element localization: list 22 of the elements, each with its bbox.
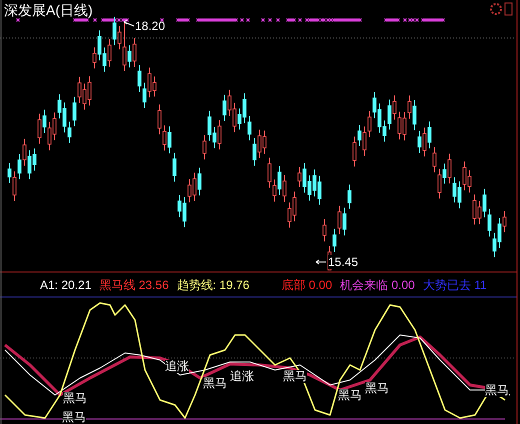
arrow-icon: [124, 20, 134, 26]
indicator-reading: 趋势线: 19.76: [176, 278, 250, 293]
window-icon[interactable]: [504, 2, 512, 16]
signal-label: 追涨: [230, 370, 254, 383]
signal-label: 黑马: [283, 370, 307, 383]
chart-title: 深发展A(日线): [4, 1, 93, 19]
signal-label: 黑马: [338, 389, 362, 402]
indicator-reading: A1: 20.21: [40, 278, 92, 293]
signal-label: 黑马: [365, 382, 389, 395]
indicator-reading: 机会来临 0.00: [340, 278, 415, 293]
gear-icon[interactable]: [490, 3, 502, 15]
arrow-icon: [316, 260, 326, 264]
price-low-label: 15.45: [328, 255, 358, 269]
signal-label: 追涨: [165, 360, 189, 373]
indicator-reading: 底部 0.00: [281, 278, 332, 293]
price-high-label: 18.20: [135, 19, 166, 33]
indicator-reading: 黑马线 23.56: [99, 278, 169, 293]
signal-label: 黑马: [485, 384, 509, 397]
indicator-reading: 大势已去 11: [422, 278, 487, 293]
signal-label: 黑马: [63, 392, 87, 405]
signal-label: 黑马: [203, 377, 227, 390]
signal-label: 黑马: [62, 411, 86, 424]
